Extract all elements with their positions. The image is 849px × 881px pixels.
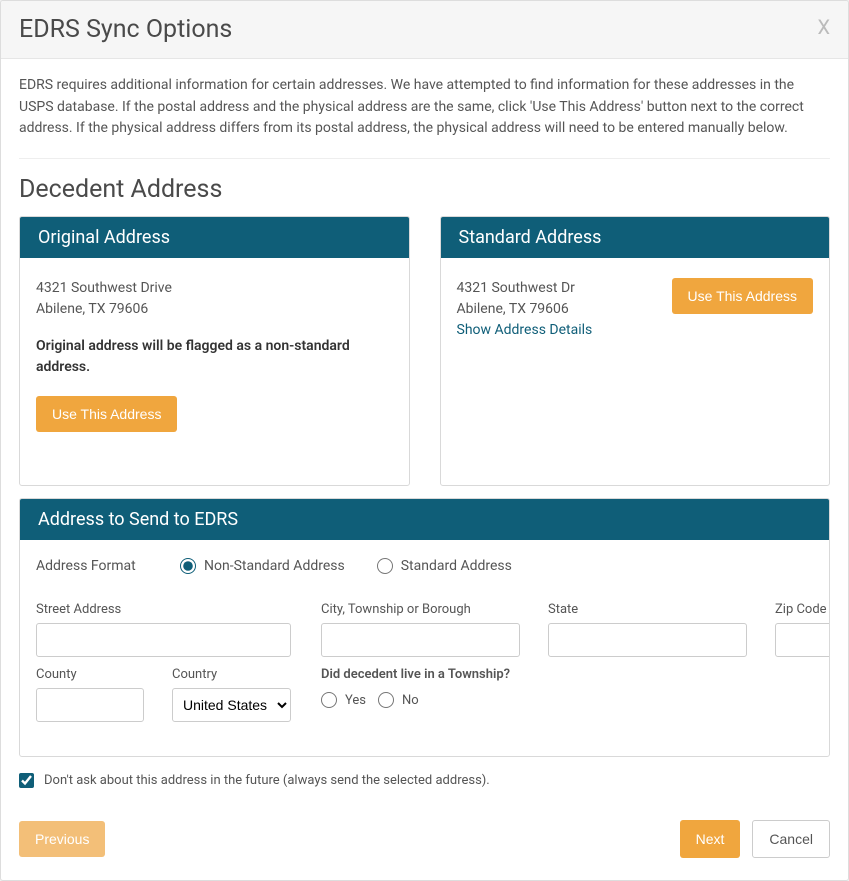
zip-input[interactable] (775, 623, 830, 657)
use-standard-address-button[interactable]: Use This Address (672, 278, 813, 314)
next-button[interactable]: Next (680, 820, 741, 858)
address-format-label: Address Format (36, 558, 148, 574)
modal-body: EDRS requires additional information for… (1, 59, 848, 806)
address-to-send-card: Address to Send to EDRS Address Format N… (19, 498, 830, 757)
standard-radio-label[interactable]: Standard Address (377, 558, 512, 574)
close-icon[interactable]: X (817, 15, 830, 39)
township-options: Yes No (321, 692, 830, 708)
edrs-sync-modal: EDRS Sync Options X EDRS requires additi… (0, 0, 849, 881)
form-grid: Street Address County Country (36, 602, 813, 732)
previous-button[interactable]: Previous (19, 821, 105, 857)
original-address-warning: Original address will be flagged as a no… (36, 336, 393, 378)
original-address-line2: Abilene, TX 79606 (36, 299, 393, 320)
zip-label: Zip Code (775, 602, 830, 617)
street-label: Street Address (36, 602, 291, 617)
street-input[interactable] (36, 623, 291, 657)
state-label: State (548, 602, 747, 617)
township-yes-label[interactable]: Yes (321, 692, 366, 708)
country-label: Country (172, 667, 291, 682)
cancel-button[interactable]: Cancel (752, 820, 830, 858)
dont-ask-label: Don't ask about this address in the futu… (44, 773, 490, 788)
original-card-header: Original Address (20, 217, 409, 258)
township-no-radio[interactable] (378, 692, 394, 708)
standard-address-card: Standard Address 4321 Southwest Dr Abile… (440, 216, 831, 486)
original-address-card: Original Address 4321 Southwest Drive Ab… (19, 216, 410, 486)
township-yes-radio[interactable] (321, 692, 337, 708)
township-question: Did decedent live in a Township? (321, 667, 830, 682)
county-input[interactable] (36, 688, 144, 722)
township-yes-text: Yes (345, 693, 366, 708)
modal-header: EDRS Sync Options X (1, 1, 848, 59)
standard-card-header: Standard Address (441, 217, 830, 258)
send-card-header: Address to Send to EDRS (20, 499, 829, 540)
nonstandard-radio[interactable] (180, 558, 196, 574)
original-address-line1: 4321 Southwest Drive (36, 278, 393, 299)
country-select[interactable]: United States (172, 688, 291, 722)
form-left-column: Street Address County Country (36, 602, 291, 732)
county-label: County (36, 667, 144, 682)
modal-footer: Previous Next Cancel (1, 806, 848, 880)
footer-right: Next Cancel (680, 820, 830, 858)
original-card-body: 4321 Southwest Drive Abilene, TX 79606 O… (20, 258, 409, 485)
standard-address-line1: 4321 Southwest Dr (457, 278, 593, 299)
state-input[interactable] (548, 623, 747, 657)
city-input[interactable] (321, 623, 520, 657)
township-no-text: No (402, 693, 419, 708)
intro-text: EDRS requires additional information for… (19, 75, 830, 140)
address-format-row: Address Format Non-Standard Address Stan… (36, 558, 813, 574)
address-cards: Original Address 4321 Southwest Drive Ab… (19, 216, 830, 486)
nonstandard-radio-label[interactable]: Non-Standard Address (180, 558, 345, 574)
form-right-column: City, Township or Borough State Zip Code (321, 602, 830, 732)
standard-address-text: 4321 Southwest Dr Abilene, TX 79606 Show… (457, 278, 593, 338)
send-card-body: Address Format Non-Standard Address Stan… (20, 540, 829, 756)
standard-address-line2: Abilene, TX 79606 (457, 299, 593, 320)
city-label: City, Township or Borough (321, 602, 520, 617)
dont-ask-row: Don't ask about this address in the futu… (19, 773, 830, 788)
show-address-details-link[interactable]: Show Address Details (457, 322, 593, 338)
standard-radio-text: Standard Address (401, 558, 512, 574)
use-original-address-button[interactable]: Use This Address (36, 396, 177, 432)
standard-radio[interactable] (377, 558, 393, 574)
modal-title: EDRS Sync Options (19, 15, 830, 44)
nonstandard-radio-text: Non-Standard Address (204, 558, 345, 574)
decedent-address-title: Decedent Address (19, 175, 830, 204)
divider (19, 158, 830, 159)
dont-ask-checkbox[interactable] (19, 773, 34, 788)
standard-card-body: 4321 Southwest Dr Abilene, TX 79606 Show… (441, 258, 830, 485)
township-no-label[interactable]: No (378, 692, 419, 708)
